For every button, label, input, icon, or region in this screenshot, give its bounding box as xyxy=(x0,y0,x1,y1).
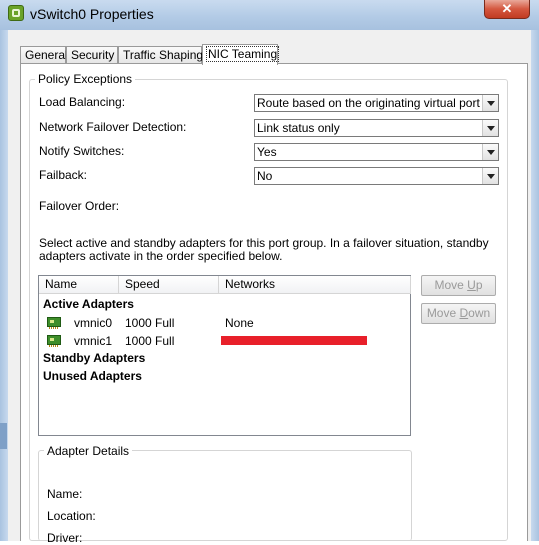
adapter-details-group xyxy=(38,450,412,541)
load-balancing-label: Load Balancing: xyxy=(39,95,126,109)
close-button[interactable]: ✕ xyxy=(484,0,530,19)
tab-security-label: Security xyxy=(71,48,115,62)
window-frame-right xyxy=(531,30,539,541)
adapter-speed: 1000 Full xyxy=(125,316,175,330)
instructions-line1: Select active and standby adapters for t… xyxy=(39,236,489,250)
tab-general-label: General xyxy=(25,48,68,62)
move-down-label: Move Down xyxy=(426,306,491,320)
failback-value: No xyxy=(257,169,273,183)
detail-name-label: Name: xyxy=(47,487,83,501)
notify-switches-select[interactable]: Yes xyxy=(254,143,499,161)
background-scrollbar-thumb xyxy=(0,423,7,449)
window-frame-left xyxy=(0,30,8,541)
redaction-bar xyxy=(221,336,367,345)
tab-traffic-shaping[interactable]: Traffic Shaping xyxy=(118,46,204,63)
column-header-speed[interactable]: Speed xyxy=(119,276,219,294)
network-adapter-icon xyxy=(47,335,61,347)
tab-nic-teaming[interactable]: NIC Teaming xyxy=(202,44,280,65)
move-up-button[interactable]: Move Up xyxy=(421,275,496,296)
table-row[interactable]: vmnic0 1000 Full None xyxy=(39,315,410,333)
tab-traffic-shaping-label: Traffic Shaping xyxy=(123,48,204,62)
adapter-name: vmnic0 xyxy=(74,316,113,330)
column-header-name[interactable]: Name xyxy=(39,276,119,294)
chevron-down-icon[interactable] xyxy=(482,120,498,136)
unused-adapters-group: Unused Adapters xyxy=(43,369,142,383)
detail-driver-label: Driver: xyxy=(47,531,83,545)
failover-detection-select[interactable]: Link status only xyxy=(254,119,499,137)
detail-location-label: Location: xyxy=(47,509,96,523)
failback-select[interactable]: No xyxy=(254,167,499,185)
adapter-details-title: Adapter Details xyxy=(44,444,133,458)
instructions-line2: adapters activate in the order specified… xyxy=(39,249,283,263)
load-balancing-select[interactable]: Route based on the originating virtual p… xyxy=(254,94,499,112)
adapter-speed: 1000 Full xyxy=(125,334,175,348)
vsphere-app-icon xyxy=(8,5,24,21)
active-adapters-group: Active Adapters xyxy=(43,297,134,311)
standby-adapters-group: Standby Adapters xyxy=(43,351,146,365)
tab-security[interactable]: Security xyxy=(66,46,118,63)
failover-detection-value: Link status only xyxy=(257,121,340,135)
tab-general[interactable]: General xyxy=(20,46,68,63)
move-up-label: Move Up xyxy=(434,278,483,292)
failback-label: Failback: xyxy=(39,168,88,182)
column-header-networks[interactable]: Networks xyxy=(219,276,411,294)
load-balancing-value: Route based on the originating virtual p… xyxy=(257,96,496,110)
chevron-down-icon[interactable] xyxy=(482,144,498,160)
table-row[interactable]: vmnic1 1000 Full xyxy=(39,333,410,351)
failover-detection-label: Network Failover Detection: xyxy=(39,120,187,134)
adapter-networks: None xyxy=(225,316,254,330)
adapter-list[interactable]: Name Speed Networks Active Adapters vmni… xyxy=(38,275,411,436)
notify-switches-value: Yes xyxy=(257,145,277,159)
adapter-name: vmnic1 xyxy=(74,334,113,348)
window-title: vSwitch0 Properties xyxy=(30,6,154,22)
tab-nic-teaming-label: NIC Teaming xyxy=(205,46,280,62)
move-down-button[interactable]: Move Down xyxy=(421,303,496,324)
network-adapter-icon xyxy=(47,317,61,329)
notify-switches-label: Notify Switches: xyxy=(39,144,125,158)
chevron-down-icon[interactable] xyxy=(482,168,498,184)
window-titlebar[interactable]: vSwitch0 Properties ✕ xyxy=(0,0,539,30)
chevron-down-icon[interactable] xyxy=(482,95,498,111)
failover-order-label: Failover Order: xyxy=(39,199,120,213)
policy-exceptions-title: Policy Exceptions xyxy=(35,72,136,86)
